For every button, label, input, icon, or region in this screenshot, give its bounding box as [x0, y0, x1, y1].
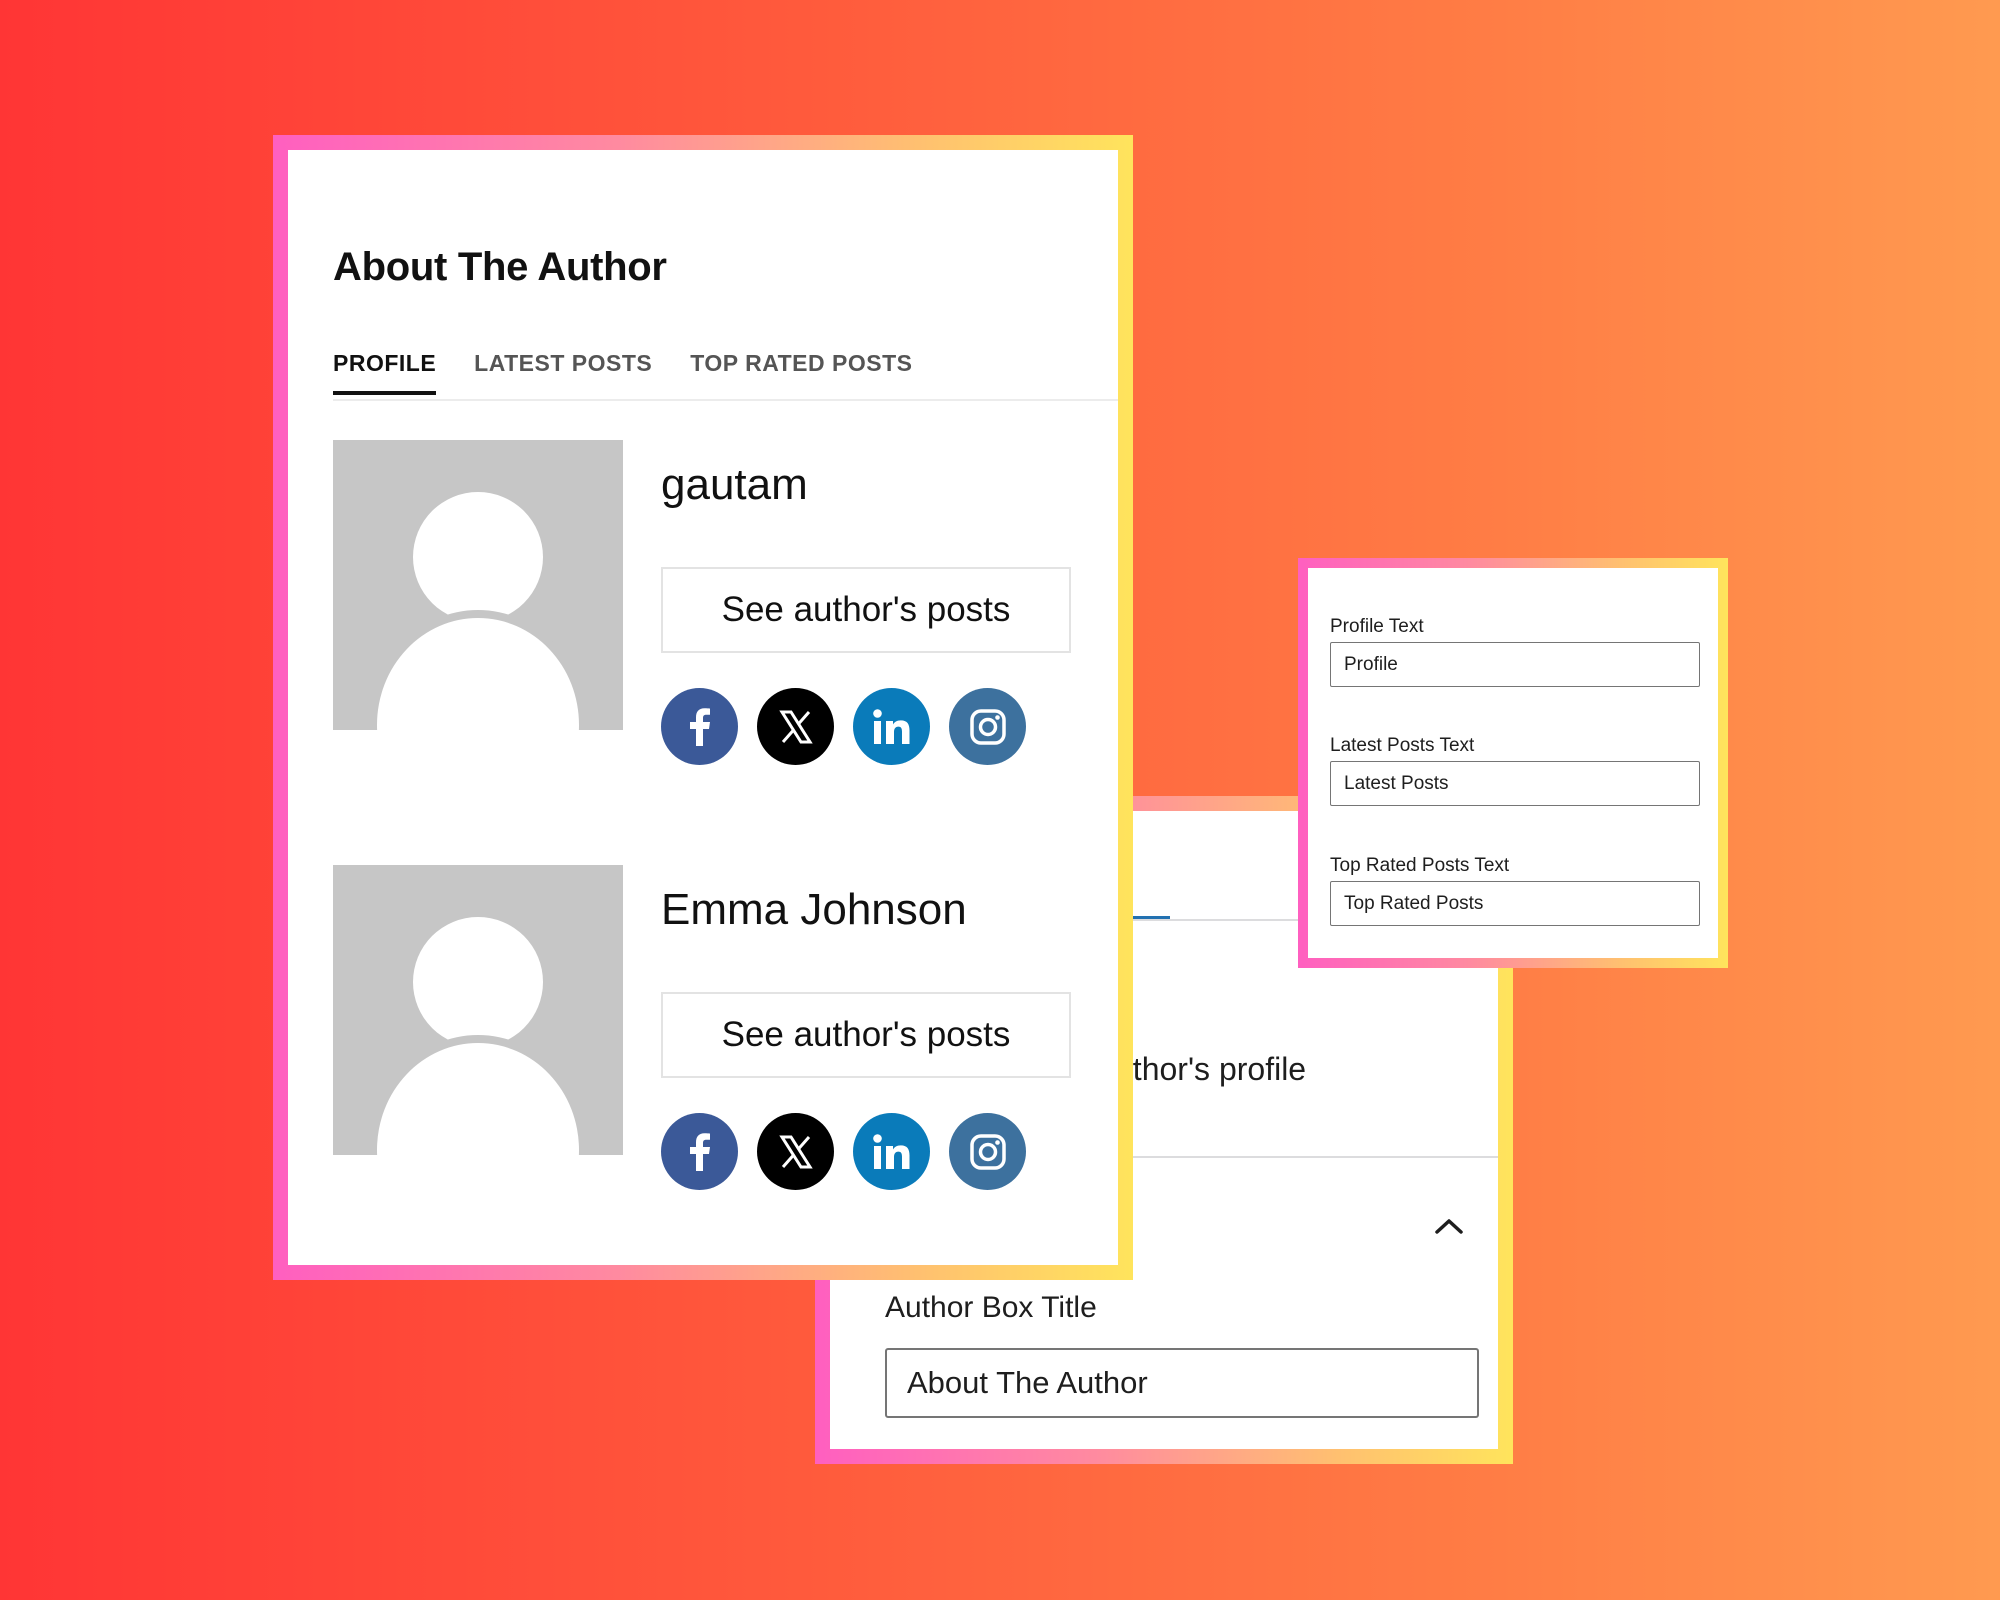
- tabs-divider: [333, 399, 1118, 401]
- linkedin-icon[interactable]: [853, 1113, 930, 1190]
- author-box-title-label: Author Box Title: [885, 1291, 1097, 1324]
- instagram-icon[interactable]: [949, 1113, 1026, 1190]
- avatar-head: [413, 492, 543, 622]
- author-box-title: About The Author: [333, 245, 667, 289]
- avatar: [333, 440, 623, 730]
- tab-text-settings: Profile Text Latest Posts Text Top Rated…: [1308, 568, 1718, 958]
- top-rated-posts-text-label: Top Rated Posts Text: [1330, 855, 1510, 876]
- facebook-icon[interactable]: [661, 1113, 738, 1190]
- profile-text-input[interactable]: [1330, 642, 1700, 687]
- link-to-profile-option-label: uthor's profile: [1115, 1051, 1307, 1087]
- avatar: [333, 865, 623, 1155]
- social-links: [661, 688, 1045, 765]
- latest-posts-text-label: Latest Posts Text: [1330, 735, 1475, 756]
- author-name: gautam: [661, 460, 808, 509]
- profile-text-label: Profile Text: [1330, 616, 1424, 637]
- author-box-title-input[interactable]: [885, 1348, 1479, 1418]
- tab-text-settings-frame: Profile Text Latest Posts Text Top Rated…: [1298, 558, 1728, 968]
- avatar-body: [369, 610, 587, 730]
- tab-profile[interactable]: PROFILE: [333, 350, 437, 395]
- author-box: About The Author PROFILE LATEST POSTS TO…: [288, 150, 1118, 1265]
- chevron-up-icon[interactable]: [1433, 1216, 1465, 1236]
- author-name: Emma Johnson: [661, 885, 967, 934]
- x-icon[interactable]: [757, 1113, 834, 1190]
- facebook-icon[interactable]: [661, 688, 738, 765]
- author-box-frame: About The Author PROFILE LATEST POSTS TO…: [273, 135, 1133, 1280]
- social-links: [661, 1113, 1045, 1190]
- see-author-posts-button[interactable]: See author's posts: [661, 567, 1071, 653]
- latest-posts-text-input[interactable]: [1330, 761, 1700, 806]
- see-author-posts-button[interactable]: See author's posts: [661, 992, 1071, 1078]
- avatar-head: [413, 917, 543, 1047]
- avatar-body: [369, 1035, 587, 1155]
- x-icon[interactable]: [757, 688, 834, 765]
- author-box-tabs: PROFILE LATEST POSTS TOP RATED POSTS: [333, 350, 950, 395]
- tab-top-rated-posts[interactable]: TOP RATED POSTS: [690, 350, 912, 395]
- linkedin-icon[interactable]: [853, 688, 930, 765]
- author-card: Emma Johnson See author's posts: [333, 865, 1093, 1190]
- tab-latest-posts[interactable]: LATEST POSTS: [474, 350, 652, 395]
- top-rated-posts-text-input[interactable]: [1330, 881, 1700, 926]
- instagram-icon[interactable]: [949, 688, 1026, 765]
- author-card: gautam See author's posts: [333, 440, 1093, 765]
